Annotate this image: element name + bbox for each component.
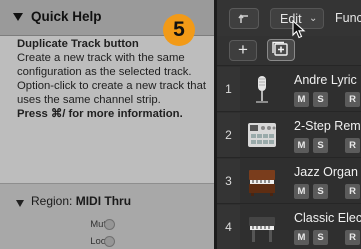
- drum-machine-icon: [248, 123, 276, 147]
- mouse-pointer-icon: [292, 20, 306, 39]
- track-number: 2: [217, 113, 240, 157]
- microphone-icon: [256, 76, 268, 103]
- mute-button[interactable]: M: [294, 92, 309, 107]
- electric-piano-icon: [249, 217, 275, 242]
- track-number: 1: [217, 67, 240, 111]
- solo-button[interactable]: S: [313, 230, 328, 245]
- callout-badge: 5: [163, 14, 195, 46]
- quick-help-description: Create a new track with the same configu…: [17, 51, 206, 106]
- track-name[interactable]: Jazz Organ: [294, 165, 358, 179]
- track-header-toolbar: +: [217, 36, 361, 66]
- back-button[interactable]: [229, 8, 259, 29]
- solo-button[interactable]: S: [313, 184, 328, 199]
- track-name[interactable]: Classic Elec: [294, 211, 361, 225]
- add-track-button[interactable]: +: [229, 40, 257, 61]
- record-button[interactable]: R: [345, 230, 360, 245]
- quick-help-text: Duplicate Track button Create a new trac…: [17, 38, 211, 121]
- region-label-text: Region:: [31, 194, 73, 208]
- solo-button[interactable]: S: [313, 138, 328, 153]
- chevron-down-icon: ⌄: [309, 13, 318, 24]
- region-header[interactable]: Region: MIDI Thru: [0, 184, 214, 214]
- track-row[interactable]: 3 Jazz Organ M S R: [217, 159, 361, 204]
- track-number: 3: [217, 159, 240, 203]
- track-name[interactable]: 2-Step Rem: [294, 119, 361, 133]
- tracks-menu-bar: Edit ⌄ Func: [217, 0, 361, 36]
- loop-checkbox[interactable]: [104, 236, 115, 247]
- track-name[interactable]: Andre Lyric: [294, 73, 357, 87]
- mute-checkbox[interactable]: [104, 219, 115, 230]
- duplicate-track-icon: [272, 41, 288, 56]
- record-button[interactable]: R: [345, 184, 360, 199]
- mute-button[interactable]: M: [294, 184, 309, 199]
- mute-button[interactable]: M: [294, 230, 309, 245]
- track-row[interactable]: 1 Andre Lyric M S R: [217, 67, 361, 112]
- region-name: MIDI Thru: [75, 194, 132, 208]
- disclosure-triangle-icon[interactable]: [16, 200, 24, 207]
- disclosure-triangle-icon[interactable]: [13, 13, 23, 21]
- organ-icon: [249, 170, 275, 196]
- region-label: Region: MIDI Thru: [31, 194, 131, 208]
- quick-help-title: Quick Help: [31, 9, 102, 24]
- track-row[interactable]: 4 Classic Elec M S R: [217, 205, 361, 249]
- track-row[interactable]: 2 2-Step Rem M S R: [217, 113, 361, 158]
- track-number: 4: [217, 205, 240, 249]
- record-button[interactable]: R: [345, 138, 360, 153]
- tracks-area: Edit ⌄ Func + 1 Andre Lyric M S R 2 2-St…: [217, 0, 361, 249]
- region-inspector: Region: MIDI Thru Mute: Loop:: [0, 184, 214, 249]
- solo-button[interactable]: S: [313, 92, 328, 107]
- quick-help-shortcut-hint: Press ⌘/ for more information.: [17, 107, 183, 120]
- record-button[interactable]: R: [345, 92, 360, 107]
- arrow-up-left-icon: [238, 14, 248, 23]
- functions-menu[interactable]: Func: [335, 11, 361, 25]
- quick-help-body: Duplicate Track button Create a new trac…: [0, 36, 214, 183]
- duplicate-track-button[interactable]: [267, 39, 295, 61]
- mute-button[interactable]: M: [294, 138, 309, 153]
